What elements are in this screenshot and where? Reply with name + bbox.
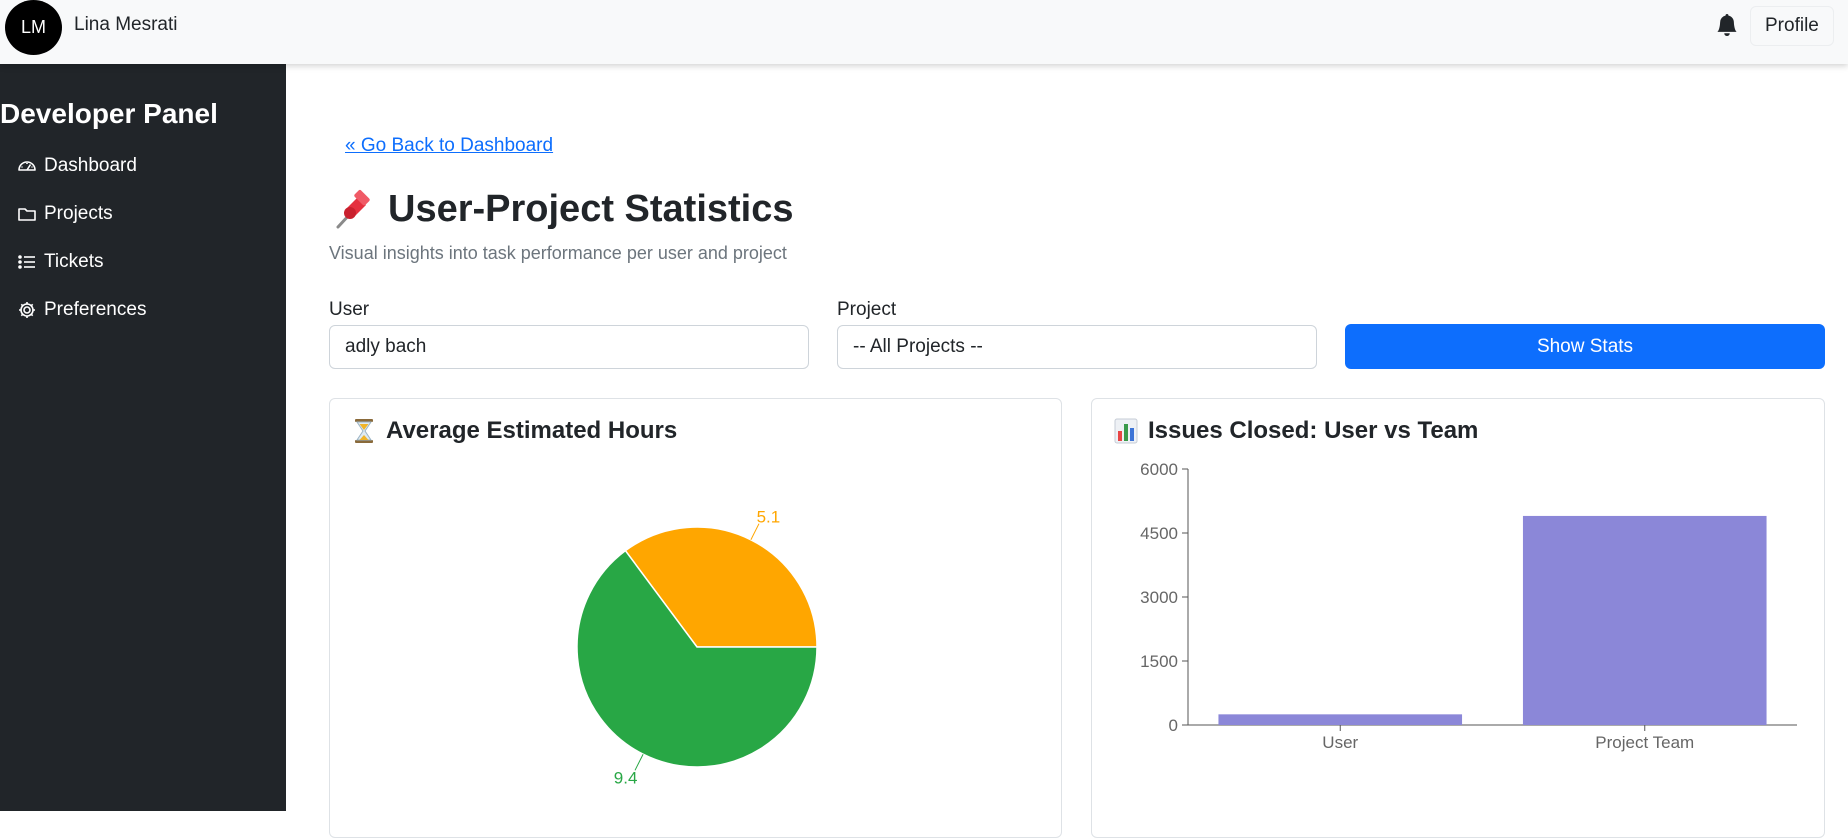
sidebar-item-preferences[interactable]: Preferences: [17, 299, 146, 321]
gear-icon: [19, 302, 35, 318]
sidebar-item-label: Preferences: [44, 299, 147, 320]
top-navbar: LM Lina Mesrati Profile: [0, 0, 1848, 64]
back-to-dashboard-link[interactable]: « Go Back to Dashboard: [345, 135, 553, 157]
sidebar-item-tickets[interactable]: Tickets: [17, 251, 103, 273]
avatar[interactable]: LM: [5, 0, 62, 55]
user-field-label: User: [329, 299, 370, 320]
bell-icon[interactable]: [1716, 13, 1738, 37]
bar: [1522, 515, 1767, 725]
user-name: Lina Mesrati: [74, 14, 178, 35]
y-tick-label: 4500: [1140, 524, 1178, 543]
sidebar-item-projects[interactable]: Projects: [17, 203, 113, 225]
x-tick-label: User: [1322, 733, 1358, 752]
project-select[interactable]: -- All Projects --: [837, 325, 1317, 369]
issues-closed-card: Issues Closed: User vs Team 0 1500 3000 450…: [1091, 398, 1825, 838]
pie-data-label: 9.4: [614, 768, 638, 787]
show-stats-button[interactable]: Show Stats: [1345, 324, 1825, 369]
profile-button[interactable]: Profile: [1750, 6, 1834, 46]
speedometer-icon: [18, 161, 36, 171]
y-tick-label: 1500: [1140, 652, 1178, 671]
pie-chart: 5.1 9.4: [576, 508, 818, 787]
sidebar-item-label: Dashboard: [44, 155, 137, 176]
main-content: « Go Back to Dashboard User-Project Stat…: [286, 64, 1848, 838]
project-field-label: Project: [837, 299, 897, 320]
avg-hours-card: Average Estimated Hours 5.1 9.4: [329, 398, 1062, 838]
page-title-text: User-Project Statistics: [388, 188, 794, 230]
sidebar-item-label: Tickets: [44, 251, 104, 272]
y-tick-label: 3000: [1140, 588, 1178, 607]
pie-data-label: 5.1: [757, 508, 781, 527]
folder-icon: [18, 208, 36, 221]
sidebar-item-dashboard[interactable]: Dashboard: [17, 155, 137, 177]
bar: [1218, 714, 1463, 725]
bar-chart: 0 1500 3000 4500 6000 User Project Team: [1140, 460, 1797, 752]
sidebar-title: Developer Panel: [0, 98, 218, 129]
x-tick-label: Project Team: [1595, 733, 1694, 752]
list-icon: [18, 255, 35, 269]
pushpin-icon: [336, 189, 370, 228]
user-input[interactable]: adly bach: [329, 325, 809, 369]
sidebar: Developer Panel Dashboard Projects Ticke…: [0, 64, 286, 811]
sidebar-item-label: Projects: [44, 203, 113, 224]
y-tick-label: 6000: [1140, 460, 1178, 479]
page-subtitle: Visual insights into task performance pe…: [329, 243, 787, 263]
y-tick-label: 0: [1169, 716, 1178, 735]
page-title: User-Project Statistics: [332, 188, 794, 231]
